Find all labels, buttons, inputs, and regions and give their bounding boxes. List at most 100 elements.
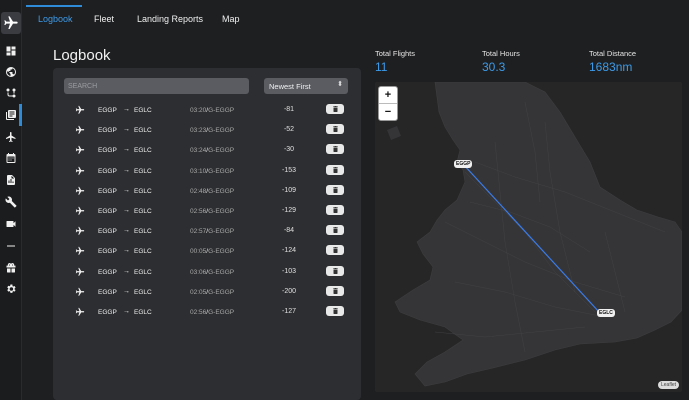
camera-icon[interactable] [4,217,18,231]
flight-row[interactable]: EGGP → EGLC 02:56/G-EGGP -127 [53,302,361,322]
tab-logbook[interactable]: Logbook [38,14,73,24]
tab-fleet[interactable]: Fleet [94,14,114,24]
tab-map[interactable]: Map [222,14,240,24]
departure-airport: EGGP [98,228,117,236]
delete-button[interactable] [326,306,344,316]
flight-time: 03:23 [190,127,207,135]
flight-row[interactable]: EGGP → EGLC 03:24/G-EGGP -30 [53,140,361,160]
airplane-icon [75,186,85,196]
airplane-icon[interactable] [4,130,18,144]
landing-rate: -127 [281,308,296,315]
flight-row[interactable]: EGGP → EGLC 02:56/G-EGGP -129 [53,201,361,221]
routes-icon[interactable] [4,86,18,100]
flight-row[interactable]: EGGP → EGLC 02:05/G-EGGP -200 [53,282,361,302]
delete-button[interactable] [326,104,344,114]
map-basemap [375,82,682,392]
gift-icon[interactable] [4,261,18,275]
route-map[interactable]: EGGP EGLC + − Leaflet [375,82,682,392]
arrival-airport: EGLC [134,208,152,215]
landing-rate: -200 [281,287,296,295]
arrow-right-icon: → [123,186,130,194]
departure-airport: EGGP [98,268,117,276]
total-flights-value: 11 [375,60,388,74]
globe-icon[interactable] [4,65,18,79]
page-title: Logbook [53,47,111,64]
aircraft-registration: G-EGGP [208,248,235,256]
sort-caret-icon: ⬍ [337,81,343,88]
delete-button[interactable] [326,184,344,195]
departure-airport: EGGP [98,187,117,195]
flight-row[interactable]: EGGP → EGLC 02:57/G-EGGP -84 [53,221,361,241]
minus-icon[interactable] [4,239,18,253]
landing-rate: -30 [283,146,295,154]
zoom-in-button[interactable]: + [379,87,397,103]
report-icon[interactable] [4,173,18,187]
delete-button[interactable] [326,285,344,296]
flight-time-registration: 03:20/G-EGGP [190,107,234,114]
landing-rate: -52 [283,126,295,134]
dashboard-icon[interactable] [4,44,18,58]
calendar-icon[interactable] [4,151,18,165]
airplane-icon [75,287,85,297]
flight-row[interactable]: EGGP → EGLC 03:23/G-EGGP -52 [53,120,361,140]
sort-select[interactable]: Newest First ⬍ [264,78,348,94]
delete-button[interactable] [326,265,344,276]
flight-row[interactable]: EGGP → EGLC 03:06/G-EGGP -103 [53,262,361,282]
origin-airport-marker[interactable]: EGGP [454,160,473,168]
airplane-icon [75,166,85,176]
flight-row[interactable]: EGGP → EGLC 03:10/G-EGGP -153 [53,161,361,181]
flight-time-registration: 02:56/G-EGGP [190,208,234,215]
landing-rate: -81 [283,106,295,113]
arrival-airport: EGLC [134,248,152,256]
app-logo[interactable] [1,12,21,34]
arrival-airport: EGLC [134,187,152,195]
flight-time-registration: 00:05/G-EGGP [190,248,234,255]
departure-airport: EGGP [98,309,117,316]
flight-time-registration: 03:10/G-EGGP [190,168,234,175]
delete-button[interactable] [326,205,344,215]
aircraft-registration: G-EGGP [208,288,235,296]
flight-time: 02:05 [190,288,207,296]
flight-row[interactable]: EGGP → EGLC 00:05/G-EGGP -124 [53,241,361,261]
departure-airport: EGGP [98,107,117,114]
flight-row[interactable]: EGGP → EGLC 03:20/G-EGGP -81 [53,100,361,120]
zoom-out-button[interactable]: − [379,104,397,120]
search-input[interactable] [64,78,249,94]
arrow-right-icon: → [123,227,130,235]
logbook-icon[interactable] [4,108,18,122]
sort-selected-label: Newest First [269,81,311,91]
landing-rate: -103 [281,267,296,275]
tab-landing-reports[interactable]: Landing Reports [137,14,203,24]
delete-button[interactable] [326,164,344,175]
map-attribution[interactable]: Leaflet [657,381,679,389]
destination-airport-marker[interactable]: EGLC [597,309,615,317]
aircraft-registration: G-EGGP [208,208,235,215]
landing-rate: -109 [281,186,296,194]
flight-time-registration: 02:56/G-EGGP [190,309,234,316]
settings-icon[interactable] [4,282,18,296]
flight-row[interactable]: EGGP → EGLC 02:48/G-EGGP -109 [53,181,361,201]
delete-button[interactable] [326,245,344,256]
delete-button[interactable] [326,124,344,135]
delete-button[interactable] [326,144,344,155]
trash-icon [332,126,338,133]
delete-button[interactable] [326,225,344,236]
aircraft-registration: G-EGGP [208,228,235,236]
flight-time: 03:20 [190,107,207,114]
arrow-right-icon: → [123,287,130,295]
total-distance-value: 1683nm [589,60,633,74]
airplane-icon [75,267,85,277]
flight-time: 03:10 [190,167,207,175]
flight-time: 02:57 [190,228,207,236]
trash-icon [332,207,338,213]
arrival-airport: EGLC [134,147,152,155]
tools-icon[interactable] [4,195,18,209]
flight-time: 03:24 [190,147,207,155]
arrival-airport: EGLC [134,268,152,276]
total-hours-label: Total Hours [482,49,520,58]
flight-time: 02:48 [190,187,207,195]
trash-icon [332,166,338,173]
airplane-icon [75,125,85,135]
arrow-right-icon: → [123,267,130,275]
flight-time-registration: 03:06/G-EGGP [190,269,234,276]
